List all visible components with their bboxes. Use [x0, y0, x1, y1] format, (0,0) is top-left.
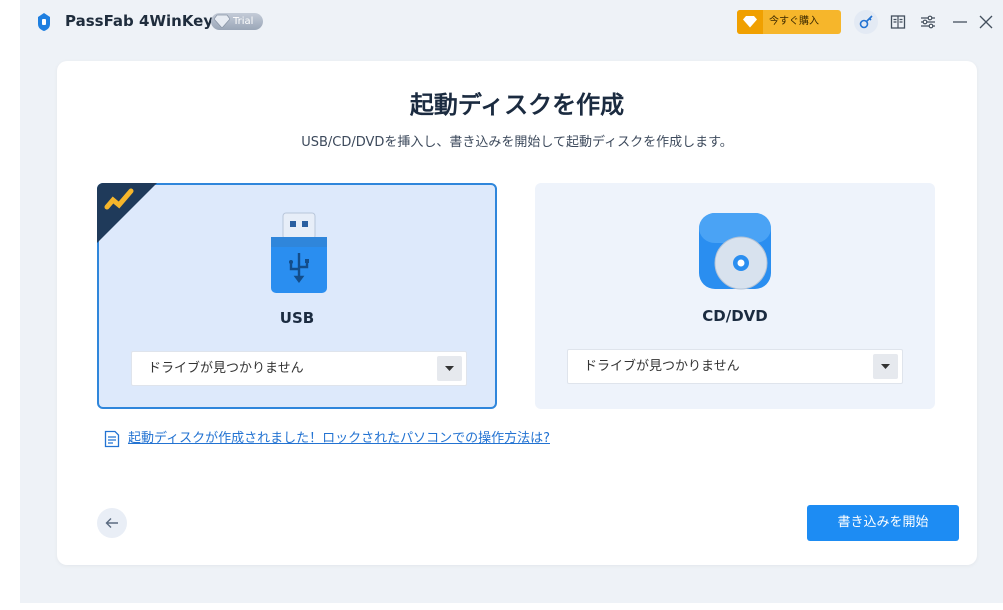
back-button[interactable]	[97, 508, 127, 538]
trial-label: Trial	[233, 16, 254, 27]
cd-disc-icon	[699, 213, 771, 290]
usb-drive-value: ドライブが見つかりません	[148, 361, 304, 376]
cd-dvd-drive-value: ドライブが見つかりません	[584, 359, 740, 374]
app-logo-icon	[38, 13, 50, 31]
buy-now-label: 今すぐ購入	[769, 16, 819, 27]
settings-icon[interactable]	[916, 10, 940, 34]
diamond-icon	[743, 16, 757, 28]
minimize-icon[interactable]	[948, 10, 972, 34]
cd-dvd-label: CD/DVD	[702, 307, 768, 325]
start-burn-button[interactable]: 書き込みを開始	[807, 505, 959, 541]
app-window: PassFab 4WinKey Trial 今すぐ購入 起動ディスクを作成 US…	[20, 0, 1003, 603]
close-icon[interactable]	[974, 10, 998, 34]
buy-now-button[interactable]: 今すぐ購入	[737, 10, 841, 34]
diamond-icon	[214, 14, 230, 28]
main-card: 起動ディスクを作成 USB/CD/DVDを挿入し、書き込みを開始して起動ディスク…	[57, 61, 977, 565]
arrow-left-icon	[105, 518, 118, 528]
chevron-down-icon[interactable]	[873, 354, 898, 379]
usb-option-card[interactable]: USB ドライブが見つかりません	[97, 183, 497, 409]
help-link-text[interactable]: 起動ディスクが作成されました！ロックされたパソコンでの操作方法は?	[128, 429, 550, 449]
trial-badge: Trial	[211, 13, 264, 30]
usb-label: USB	[279, 309, 315, 327]
cd-dvd-drive-select[interactable]: ドライブが見つかりません	[567, 349, 903, 384]
key-icon[interactable]	[854, 10, 878, 34]
usb-drive-select[interactable]: ドライブが見つかりません	[131, 351, 467, 386]
title-bar: PassFab 4WinKey Trial 今すぐ購入	[20, 0, 1003, 44]
usb-drive-icon	[271, 212, 327, 293]
page-subtitle: USB/CD/DVDを挿入し、書き込みを開始して起動ディスクを作成します。	[301, 135, 733, 150]
chevron-down-icon[interactable]	[437, 356, 462, 381]
selected-corner	[97, 183, 159, 245]
app-name: PassFab 4WinKey	[65, 12, 214, 30]
document-icon[interactable]	[886, 10, 910, 34]
cd-dvd-option-card[interactable]: CD/DVD ドライブが見つかりません	[535, 183, 935, 409]
document-icon	[104, 430, 120, 448]
page-title: 起動ディスクを作成	[409, 91, 625, 119]
